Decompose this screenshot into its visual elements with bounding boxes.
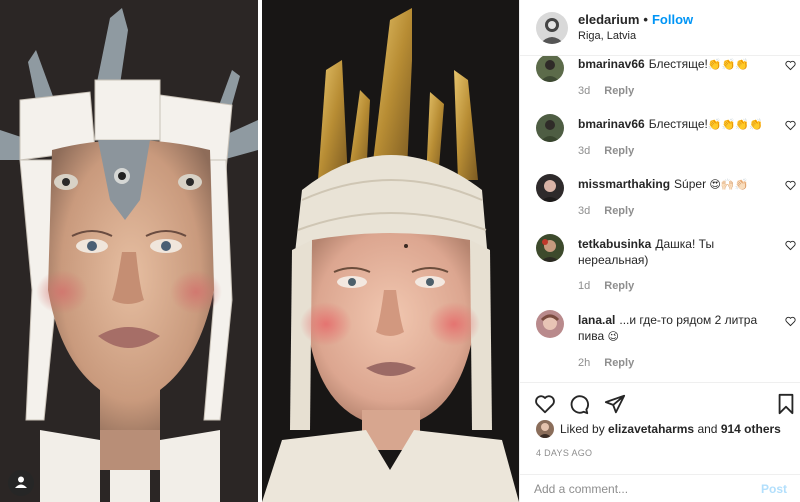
comment-username[interactable]: tetkabusinka xyxy=(578,237,651,251)
reply-button[interactable]: Reply xyxy=(604,280,634,292)
comment-like-icon[interactable] xyxy=(785,180,796,194)
reply-button[interactable]: Reply xyxy=(604,357,634,369)
comments-list[interactable]: bmarinav66 Блестяще!👏👏👏 3d Reply bmarinav6… xyxy=(520,56,800,382)
comment-username[interactable]: bmarinav66 xyxy=(578,57,645,71)
comment-item: bmarinav66 Блестяще!👏👏👏 3d Reply xyxy=(536,56,798,99)
comment-like-icon[interactable] xyxy=(785,60,796,74)
side-panel: eledarium • Follow Riga, Latvia bmarinav… xyxy=(519,0,800,502)
liked-by[interactable]: Liked by elizavetaharms and 914 others xyxy=(536,420,781,438)
post-media[interactable] xyxy=(0,0,519,502)
painting-image xyxy=(0,0,258,502)
comment-text: Súper xyxy=(674,177,707,191)
author-avatar[interactable] xyxy=(536,11,568,44)
reply-button[interactable]: Reply xyxy=(604,205,634,217)
comment-like-icon[interactable] xyxy=(785,240,796,254)
comment-like-icon[interactable] xyxy=(785,120,796,134)
comment-text: Блестяще! xyxy=(648,117,708,131)
tag-button[interactable] xyxy=(8,470,34,496)
post-date[interactable]: 4 DAYS AGO xyxy=(536,448,592,458)
add-comment-bar: Post xyxy=(520,474,800,502)
comment-time[interactable]: 3d xyxy=(578,145,590,157)
post-location[interactable]: Riga, Latvia xyxy=(578,28,693,44)
comment-username[interactable]: missmarthaking xyxy=(578,177,670,191)
photo-image xyxy=(262,0,519,502)
comment-emoji: 😍🙌🏻👏🏻 xyxy=(709,178,749,191)
comment-item: tetkabusinka Дашка! Ты нереальная) 1d Repl… xyxy=(536,234,798,294)
comment-emoji: 👏👏👏 xyxy=(707,58,749,71)
comment-item: lana.al ...и где-то рядом 2 литра пива 😉 … xyxy=(536,310,798,371)
comment-input[interactable] xyxy=(534,481,761,496)
action-bar xyxy=(520,382,800,422)
comment-emoji: 👏👏👏👏 xyxy=(707,118,763,131)
post-header: eledarium • Follow Riga, Latvia xyxy=(520,0,800,56)
heart-icon[interactable] xyxy=(534,393,556,418)
liker-avatar xyxy=(536,420,554,438)
post-button[interactable]: Post xyxy=(761,482,787,496)
commenter-avatar[interactable] xyxy=(536,56,564,82)
comment-item: missmarthaking Súper 😍🙌🏻👏🏻 3d Reply xyxy=(536,174,798,219)
commenter-avatar[interactable] xyxy=(536,174,564,202)
liked-by-user[interactable]: elizavetaharms xyxy=(608,422,694,436)
author-username[interactable]: eledarium xyxy=(578,12,639,28)
comment-icon[interactable] xyxy=(568,393,590,418)
comment-text: Блестяще! xyxy=(648,57,708,71)
comment-time[interactable]: 2h xyxy=(578,357,590,369)
user-tag-icon xyxy=(14,475,28,492)
comment-time[interactable]: 1d xyxy=(578,280,590,292)
follow-button[interactable]: Follow xyxy=(652,12,693,28)
comment-item: bmarinav66 Блестяще!👏👏👏👏 3d Reply xyxy=(536,114,798,159)
liked-by-prefix: Liked by xyxy=(560,422,605,436)
comment-username[interactable]: lana.al xyxy=(578,313,615,327)
reply-button[interactable]: Reply xyxy=(604,85,634,97)
bookmark-icon[interactable] xyxy=(776,393,796,418)
comment-like-icon[interactable] xyxy=(785,316,796,330)
likes-count[interactable]: 914 others xyxy=(721,422,781,436)
comment-username[interactable]: bmarinav66 xyxy=(578,117,645,131)
comment-emoji: 😉 xyxy=(607,330,619,343)
commenter-avatar[interactable] xyxy=(536,234,564,262)
share-icon[interactable] xyxy=(604,393,626,418)
reply-button[interactable]: Reply xyxy=(604,145,634,157)
commenter-avatar[interactable] xyxy=(536,114,564,142)
separator-dot: • xyxy=(643,11,648,27)
liked-by-middle: and xyxy=(697,422,718,436)
comment-time[interactable]: 3d xyxy=(578,205,590,217)
commenter-avatar[interactable] xyxy=(536,310,564,338)
instagram-post: eledarium • Follow Riga, Latvia bmarinav… xyxy=(0,0,800,502)
comment-time[interactable]: 3d xyxy=(578,85,590,97)
